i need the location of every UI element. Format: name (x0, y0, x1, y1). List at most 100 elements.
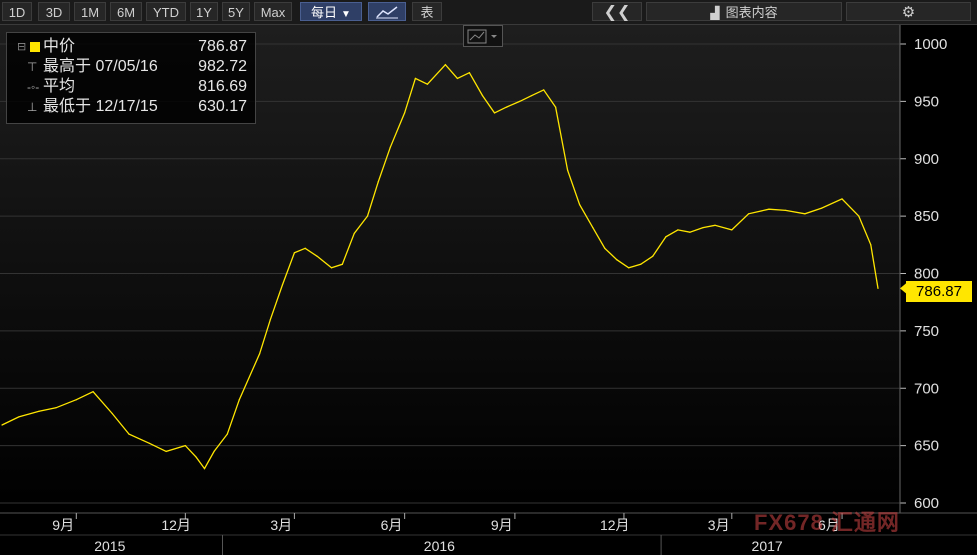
data-point (652, 255, 654, 257)
data-point (877, 287, 879, 290)
watermark-logo: FX678 汇通网 (754, 510, 900, 535)
year-label: 2015 (94, 538, 125, 554)
data-point (592, 227, 594, 229)
x-tick-label: 9月 (491, 517, 513, 533)
data-point (579, 204, 581, 206)
last-value-label: 786.87 (906, 281, 972, 302)
data-point (567, 169, 569, 171)
data-point (330, 267, 333, 269)
legend-low-row: ⊥ 最低于 12/17/15 630.17 (7, 97, 255, 117)
high-value: 982.72 (198, 58, 247, 75)
low-marker-icon: ⊥ (27, 100, 38, 114)
data-point (768, 208, 770, 210)
y-tick-label: 750 (914, 323, 939, 340)
series-color-swatch (30, 42, 40, 52)
average-value: 816.69 (198, 78, 247, 95)
data-point (92, 391, 94, 393)
x-tick-label: 9月 (52, 517, 74, 533)
high-label: 最高于 07/05/16 (43, 58, 158, 75)
data-point (714, 224, 716, 226)
data-point (841, 198, 843, 200)
data-point (195, 456, 197, 458)
data-point (238, 399, 240, 401)
year-label: 2017 (752, 538, 783, 554)
data-point (128, 433, 130, 435)
year-label: 2016 (424, 538, 455, 554)
y-tick-label: 1000 (914, 36, 947, 53)
data-point (616, 259, 618, 261)
data-point (804, 213, 806, 215)
average-label: 平均 (43, 78, 76, 95)
data-point (665, 236, 667, 238)
y-tick-label: 900 (914, 151, 939, 168)
series-line-zhongjia (1, 63, 879, 470)
data-point (604, 247, 606, 249)
data-point (269, 318, 272, 320)
data-point (785, 209, 787, 211)
data-point (353, 232, 355, 234)
data-point (281, 284, 284, 286)
legend-series-row[interactable]: ⊟ 中价 786.87 (7, 37, 255, 57)
data-point (414, 77, 417, 80)
data-point (293, 252, 295, 254)
data-point (377, 181, 379, 183)
data-point (203, 467, 206, 470)
y-tick-label: 950 (914, 93, 939, 110)
data-point (184, 445, 186, 447)
chart-type-dropdown[interactable] (463, 25, 503, 47)
data-point (677, 229, 679, 231)
data-point (18, 416, 20, 418)
y-tick-label: 600 (914, 495, 939, 512)
data-point (341, 263, 343, 265)
data-point (213, 450, 215, 452)
data-point (389, 146, 391, 148)
data-point (259, 353, 261, 355)
data-point (640, 263, 642, 265)
data-point (821, 207, 823, 209)
data-point (55, 407, 57, 409)
data-point (493, 112, 496, 114)
data-point (505, 106, 508, 108)
legend-high-row: ⊤ 最高于 07/05/16 982.72 (7, 57, 255, 77)
legend-average-row: -◦- 平均 816.69 (7, 77, 255, 97)
data-point (366, 215, 369, 217)
data-point (1, 424, 3, 426)
data-point (38, 410, 40, 412)
data-point (519, 100, 521, 102)
series-name: 中价 (43, 38, 76, 55)
y-tick-label: 800 (914, 266, 939, 283)
data-point (148, 442, 150, 444)
data-point (870, 244, 872, 246)
data-point (858, 215, 860, 217)
x-tick-label: 6月 (381, 517, 403, 533)
data-point (226, 433, 228, 435)
data-point (468, 72, 470, 74)
chart-type-icon (467, 29, 497, 44)
data-point (731, 229, 733, 231)
series-value: 786.87 (198, 38, 247, 55)
data-point (689, 231, 691, 233)
data-point (531, 95, 533, 97)
data-point (555, 106, 557, 108)
average-marker-icon: -◦- (27, 80, 40, 94)
x-tick-label: 12月 (600, 517, 630, 533)
data-point (426, 83, 429, 85)
data-point (444, 64, 446, 66)
tree-collapse-icon[interactable]: ⊟ (17, 37, 26, 57)
high-marker-icon: ⊤ (27, 60, 38, 74)
y-tick-label: 650 (914, 438, 939, 455)
y-tick-label: 700 (914, 380, 939, 397)
y-tick-label: 850 (914, 208, 939, 225)
x-tick-label: 12月 (161, 517, 191, 533)
data-point (543, 89, 545, 91)
x-tick-label: 3月 (708, 517, 730, 533)
data-point (481, 95, 484, 97)
data-point (316, 255, 318, 257)
data-point (111, 412, 113, 415)
data-point (747, 213, 750, 215)
data-point (702, 227, 704, 229)
low-value: 630.17 (198, 98, 247, 115)
data-point (165, 450, 167, 452)
x-tick-label: 3月 (270, 517, 292, 533)
data-point (75, 399, 77, 401)
